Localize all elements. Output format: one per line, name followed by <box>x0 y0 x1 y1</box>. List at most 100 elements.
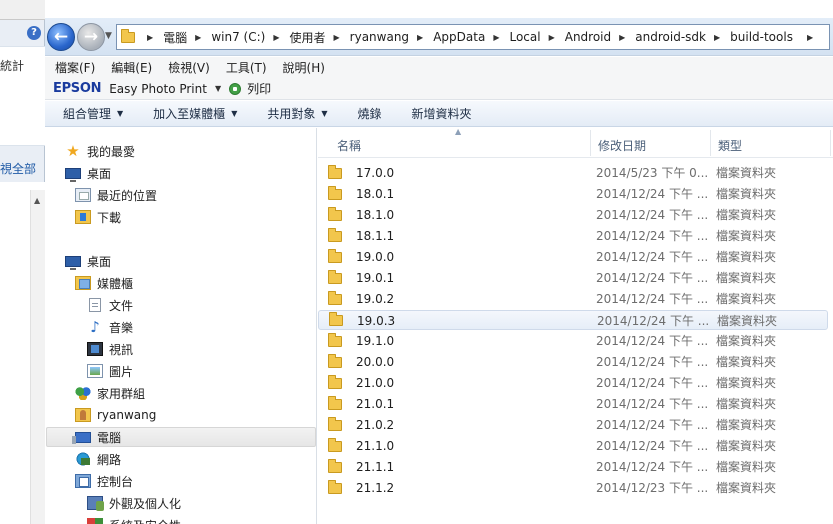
sidebar-item[interactable]: ryanwang <box>75 405 156 425</box>
menu-item[interactable]: 檢視(V) <box>168 59 210 76</box>
breadcrumb-chevron-icon[interactable]: ▶ <box>334 33 340 42</box>
breadcrumb-label: ryanwang <box>349 30 410 44</box>
sidebar-item[interactable]: 網路 <box>75 449 121 469</box>
sidebar-item[interactable]: 桌面 <box>65 251 111 271</box>
breadcrumb-item[interactable]: ▶ ryanwang <box>332 30 410 44</box>
system-security-icon <box>87 518 103 524</box>
command-button[interactable]: 共用對象 ▼ <box>267 105 327 122</box>
breadcrumb-item[interactable]: ▶ Android <box>547 30 612 44</box>
address-dropdown-icon[interactable]: ▶ <box>807 33 813 42</box>
command-button[interactable]: 加入至媒體櫃 ▼ <box>153 105 237 122</box>
file-date: 2014/12/24 下午 ... <box>597 314 709 328</box>
background-window-titlebar <box>0 0 45 20</box>
file-row[interactable]: 21.1.0 2014/12/24 下午 ... 檔案資料夾 <box>318 436 828 456</box>
file-name: 19.0.2 <box>356 292 395 306</box>
command-button[interactable]: 燒錄 <box>358 105 382 122</box>
file-date: 2014/12/23 下午 ... <box>596 481 708 495</box>
sidebar-item[interactable]: ♪ 音樂 <box>87 317 133 337</box>
easy-photo-print-button[interactable]: Easy Photo Print <box>109 82 207 96</box>
file-name: 21.1.2 <box>356 481 395 495</box>
file-row[interactable]: 21.0.0 2014/12/24 下午 ... 檔案資料夾 <box>318 373 828 393</box>
folder-icon <box>328 458 342 473</box>
sidebar-item[interactable]: 系統及安全性 <box>87 515 181 524</box>
sidebar-item[interactable]: 桌面 <box>65 163 111 183</box>
sidebar-item[interactable]: 電腦 <box>46 427 316 447</box>
column-date-header[interactable]: 修改日期 <box>598 137 646 154</box>
file-row[interactable]: 19.0.3 2014/12/24 下午 ... 檔案資料夾 <box>318 310 828 330</box>
folder-icon <box>329 311 343 326</box>
help-icon[interactable]: ? <box>27 26 41 40</box>
sidebar-item[interactable]: 家用群組 <box>75 383 145 403</box>
command-button[interactable]: 組合管理 ▼ <box>63 105 123 122</box>
column-name-header[interactable]: 名稱 <box>337 137 361 154</box>
file-name: 18.1.1 <box>356 229 395 243</box>
breadcrumb-item[interactable]: ▶ android-sdk <box>617 30 706 44</box>
file-row[interactable]: 19.1.0 2014/12/24 下午 ... 檔案資料夾 <box>318 331 828 351</box>
menu-item[interactable]: 編輯(E) <box>111 59 152 76</box>
file-row[interactable]: 20.0.0 2014/12/24 下午 ... 檔案資料夾 <box>318 352 828 372</box>
column-divider[interactable] <box>590 130 591 156</box>
sidebar-item[interactable]: 視訊 <box>87 339 133 359</box>
stat-label: 統計 <box>0 59 25 73</box>
sidebar-item[interactable]: ★ 我的最愛 <box>65 141 135 161</box>
scroll-up-icon[interactable]: ▲ <box>34 196 40 205</box>
sidebar-item[interactable]: 最近的位置 <box>75 185 157 205</box>
command-button[interactable]: 新增資料夾 <box>412 105 472 122</box>
file-row[interactable]: 21.1.2 2014/12/23 下午 ... 檔案資料夾 <box>318 478 828 498</box>
breadcrumb-item[interactable]: ▶ win7 (C:) <box>193 30 265 44</box>
file-date: 2014/12/24 下午 ... <box>596 250 708 264</box>
file-type: 檔案資料夾 <box>716 460 777 474</box>
file-row[interactable]: 19.0.0 2014/12/24 下午 ... 檔案資料夾 <box>318 247 828 267</box>
downloads-icon <box>75 210 91 224</box>
sidebar-item[interactable]: 下載 <box>75 207 121 227</box>
breadcrumb-item[interactable]: ▶ AppData <box>415 30 485 44</box>
background-scrollbar[interactable]: ▲ <box>30 190 45 524</box>
breadcrumb-item[interactable]: ▶ 使用者 <box>271 29 325 46</box>
file-row[interactable]: 17.0.0 2014/5/23 下午 0... 檔案資料夾 <box>318 163 828 183</box>
sidebar-item[interactable]: 外觀及個人化 <box>87 493 181 513</box>
breadcrumb-chevron-icon[interactable]: ▶ <box>195 33 201 42</box>
print-button[interactable]: 列印 <box>247 80 271 97</box>
file-row[interactable]: 21.0.1 2014/12/24 下午 ... 檔案資料夾 <box>318 394 828 414</box>
print-icon[interactable] <box>229 82 242 95</box>
forward-button[interactable]: → <box>77 23 105 51</box>
navigation-pane: ★ 我的最愛 桌面 最近的位置 下載 桌面 媒體櫃 文件 ♪ 音樂 視訊 圖片 家用群組 ryanwang… <box>45 128 317 524</box>
breadcrumb-chevron-icon[interactable]: ▶ <box>273 33 279 42</box>
breadcrumb-chevron-icon[interactable]: ▶ <box>619 33 625 42</box>
file-row[interactable]: 19.0.2 2014/12/24 下午 ... 檔案資料夾 <box>318 289 828 309</box>
breadcrumb-chevron-icon[interactable]: ▶ <box>714 33 720 42</box>
back-button[interactable]: ← <box>47 23 75 51</box>
view-all-link[interactable]: 視全部 <box>0 160 36 177</box>
breadcrumb-item[interactable]: ▶ Local <box>491 30 540 44</box>
sidebar-item[interactable]: 控制台 <box>75 471 133 491</box>
address-bar[interactable]: ▶ 電腦 ▶ win7 (C:) ▶ 使用者 ▶ ryanwang ▶ AppData ▶ Local… <box>116 24 830 50</box>
menu-item[interactable]: 檔案(F) <box>55 59 95 76</box>
folder-icon <box>328 374 342 389</box>
breadcrumb-item[interactable]: ▶ build-tools <box>712 30 793 44</box>
file-row[interactable]: 21.0.2 2014/12/24 下午 ... 檔案資料夾 <box>318 415 828 435</box>
column-type-header[interactable]: 類型 <box>718 137 742 154</box>
breadcrumb-chevron-icon[interactable]: ▶ <box>493 33 499 42</box>
file-row[interactable]: 21.1.1 2014/12/24 下午 ... 檔案資料夾 <box>318 457 828 477</box>
sidebar-item[interactable]: 文件 <box>87 295 133 315</box>
breadcrumb-chevron-icon[interactable]: ▶ <box>549 33 555 42</box>
file-row[interactable]: 18.0.1 2014/12/24 下午 ... 檔案資料夾 <box>318 184 828 204</box>
file-row[interactable]: 18.1.1 2014/12/24 下午 ... 檔案資料夾 <box>318 226 828 246</box>
file-date: 2014/12/24 下午 ... <box>596 460 708 474</box>
file-row[interactable]: 19.0.1 2014/12/24 下午 ... 檔案資料夾 <box>318 268 828 288</box>
sidebar-item[interactable]: 圖片 <box>87 361 133 381</box>
recent-pages-dropdown[interactable]: ▼ <box>105 31 112 41</box>
epson-dropdown-icon[interactable]: ▼ <box>215 84 221 93</box>
column-divider[interactable] <box>710 130 711 156</box>
breadcrumb-chevron-icon[interactable]: ▶ <box>147 33 153 42</box>
file-row[interactable]: 18.1.0 2014/12/24 下午 ... 檔案資料夾 <box>318 205 828 225</box>
breadcrumb-label: Android <box>564 30 612 44</box>
breadcrumb-item[interactable]: ▶ 電腦 <box>145 29 187 46</box>
column-divider[interactable] <box>830 130 831 156</box>
breadcrumb-chevron-icon[interactable]: ▶ <box>417 33 423 42</box>
dropdown-arrow-icon: ▼ <box>321 109 328 118</box>
file-date: 2014/12/24 下午 ... <box>596 397 708 411</box>
sidebar-item[interactable]: 媒體櫃 <box>75 273 133 293</box>
menu-item[interactable]: 工具(T) <box>226 59 267 76</box>
menu-item[interactable]: 說明(H) <box>283 59 325 76</box>
